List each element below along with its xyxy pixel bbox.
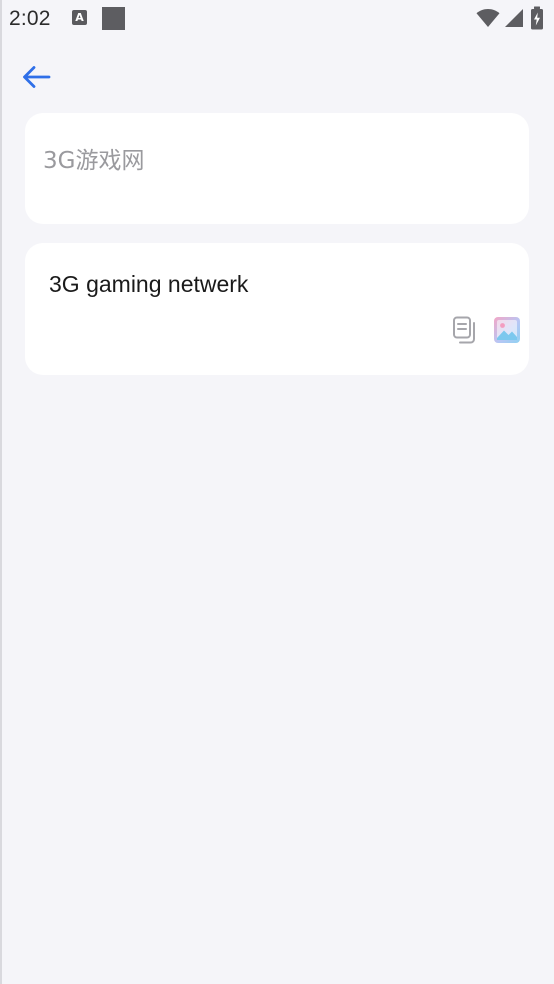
source-text-card[interactable]: 3G游戏网 xyxy=(25,113,529,224)
status-right-icons xyxy=(476,6,544,30)
translation-screen: 2:02 A 3G游戏网 3G gaming netwerk xyxy=(0,0,554,984)
translation-result-text: 3G gaming netwerk xyxy=(49,271,249,297)
square-notification-icon xyxy=(102,7,125,30)
source-text: 3G游戏网 xyxy=(43,148,145,174)
image-button[interactable] xyxy=(493,316,521,344)
translation-result-card: 3G gaming netwerk xyxy=(25,243,529,375)
cellular-signal-icon xyxy=(505,9,523,27)
status-time: 2:02 xyxy=(9,7,51,30)
image-icon xyxy=(494,317,520,343)
wifi-icon xyxy=(476,9,500,27)
left-edge-divider xyxy=(0,0,2,984)
status-bar: 2:02 A xyxy=(0,0,554,38)
a-notification-icon: A xyxy=(72,10,87,25)
copy-button[interactable] xyxy=(451,315,479,345)
copy-icon xyxy=(453,316,475,344)
battery-icon xyxy=(531,6,543,30)
back-button[interactable] xyxy=(14,58,58,96)
arrow-left-icon xyxy=(23,66,51,88)
